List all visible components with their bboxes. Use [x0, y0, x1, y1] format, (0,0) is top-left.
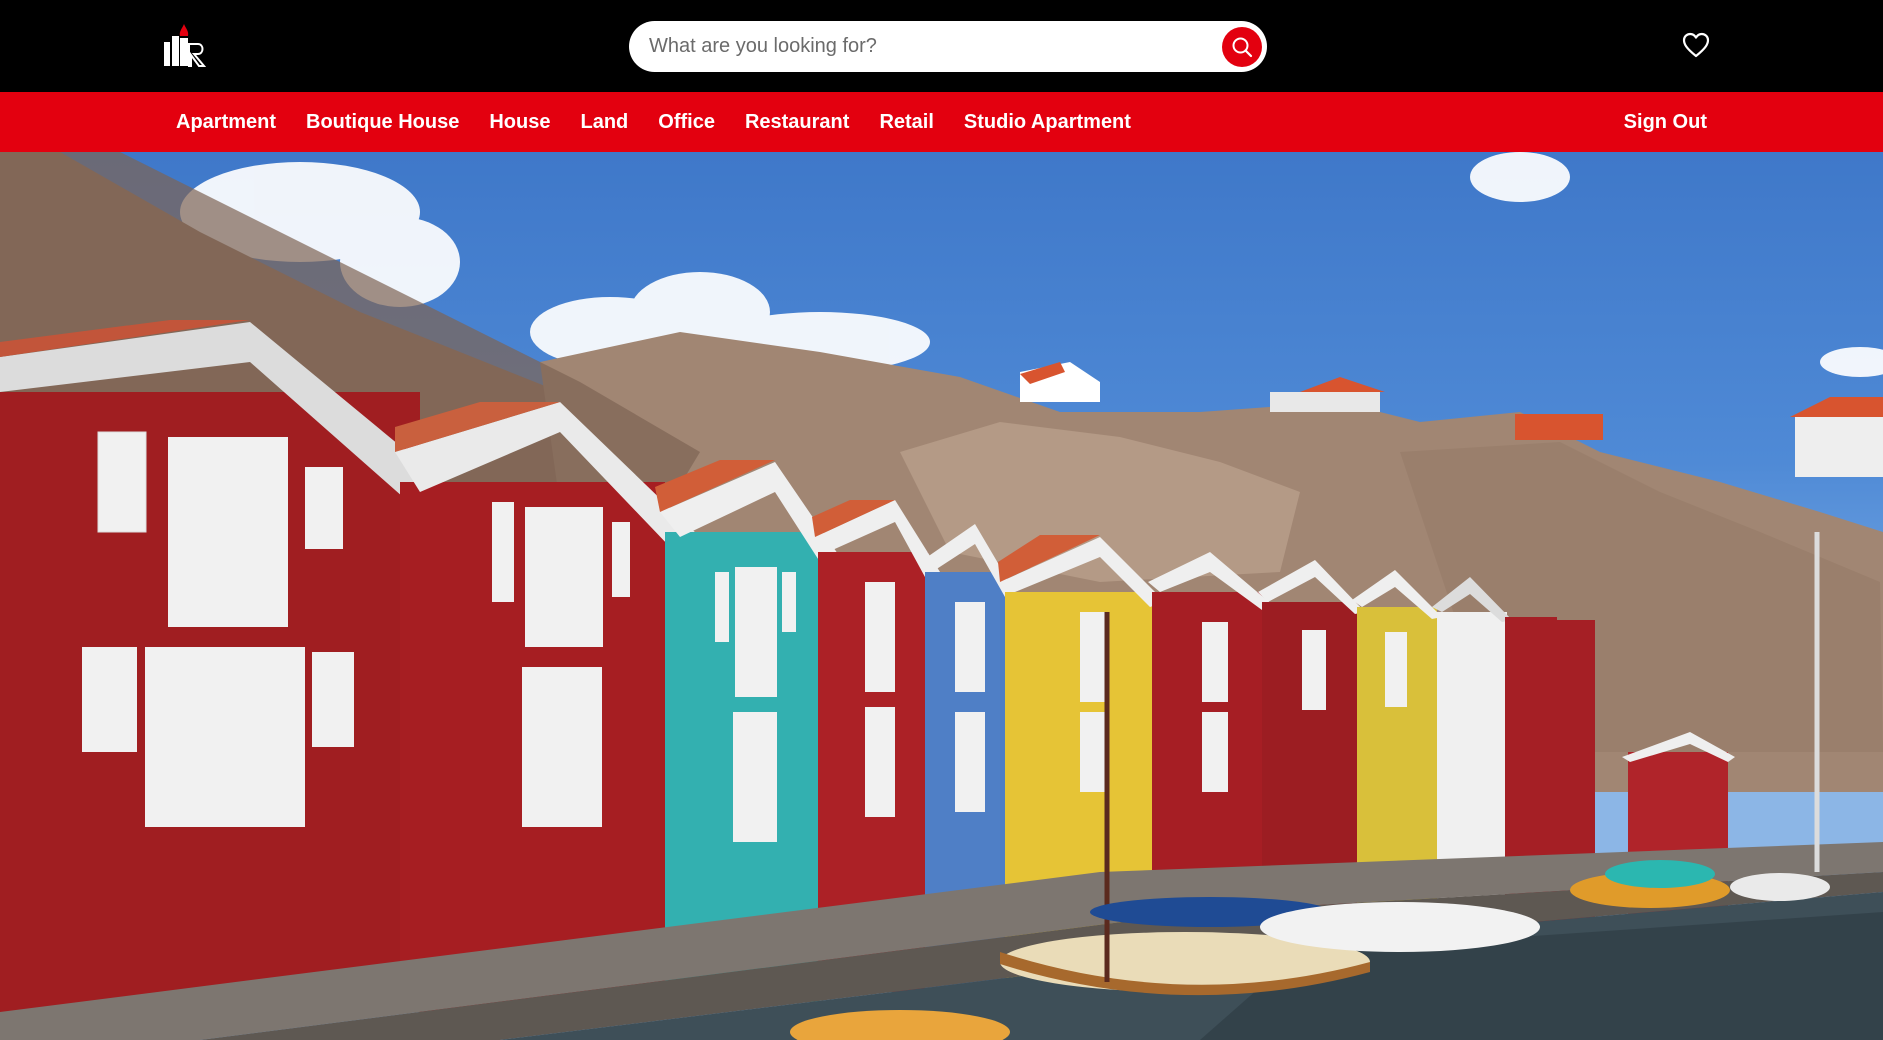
search-bar — [629, 21, 1267, 72]
favorites-button[interactable] — [1682, 32, 1710, 58]
nav-item-land[interactable]: Land — [580, 111, 628, 134]
nav-item-office[interactable]: Office — [658, 111, 715, 134]
nav-item-studio-apartment[interactable]: Studio Apartment — [964, 111, 1131, 134]
nav-item-restaurant[interactable]: Restaurant — [745, 111, 849, 134]
top-header — [0, 0, 1883, 92]
nav-item-house[interactable]: House — [489, 111, 550, 134]
nav-item-retail[interactable]: Retail — [879, 111, 933, 134]
category-nav: Apartment Boutique House House Land Offi… — [0, 92, 1883, 152]
nav-item-boutique-house[interactable]: Boutique House — [306, 111, 459, 134]
building-logo-icon[interactable] — [160, 22, 208, 70]
search-input[interactable] — [649, 35, 1209, 58]
nav-item-apartment[interactable]: Apartment — [176, 111, 276, 134]
hero-image — [0, 152, 1883, 1040]
search-icon — [1232, 37, 1253, 58]
search-button[interactable] — [1222, 27, 1262, 67]
sign-out-link[interactable]: Sign Out — [1624, 92, 1707, 152]
heart-icon — [1682, 32, 1710, 58]
